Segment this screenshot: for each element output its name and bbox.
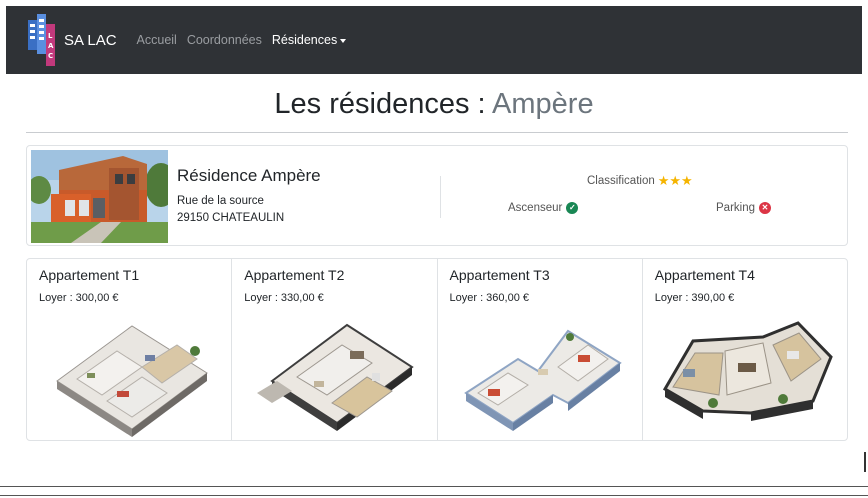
apartment-rent: Loyer : 330,00 € [244,292,324,304]
check-circle-icon: ✓ [566,202,579,214]
apartment-name: Appartement T4 [654,267,755,283]
apartment-rent: Loyer : 390,00 € [654,292,735,304]
residence-name: Résidence Ampère [177,166,321,185]
logo-letter-c: C [48,52,53,60]
apartment-card-t1[interactable]: Appartement T1 Loyer : 300,00 € [27,259,233,440]
nav-links: Accueil Coordonnées Résidences [137,33,347,47]
logo-icon: L A C [28,14,55,66]
page-title: Les résidences : Ampère [0,88,868,121]
logo-letter-l: L [48,32,53,40]
caret-down-icon [340,38,347,43]
residence-photo [31,150,168,243]
residence-card: Résidence Ampère Rue de la source 29150 … [26,145,848,246]
brand[interactable]: L A C SA LAC [28,14,117,66]
logo-letter-a: A [48,42,54,50]
classification: Classification ★★★ [587,174,693,187]
x-circle-icon: ✕ [759,202,771,214]
vertical-divider [440,176,441,218]
apartment-rent: Loyer : 300,00 € [39,292,119,304]
nav-link-coordonnees[interactable]: Coordonnées [187,33,262,47]
page-title-residence: Ampère [492,88,594,120]
classification-label: Classification [587,174,655,187]
apartment-list: Appartement T1 Loyer : 300,00 € Appartem… [26,258,848,441]
navbar: L A C SA LAC Accueil Coordonnées Résiden… [6,6,862,74]
parking-feature: Parking ✕ [716,202,771,214]
floor-plan-t2-image [257,323,415,431]
apartment-card-t2[interactable]: Appartement T2 Loyer : 330,00 € [232,259,438,440]
residence-city: 29150 CHATEAULIN [177,212,285,224]
footer-divider-top [0,486,868,487]
residence-street: Rue de la source [177,195,264,207]
nav-link-residences-label: Résidences [271,33,338,47]
footer-divider-bottom [0,495,868,496]
floor-plan-t4-image [662,321,833,421]
page-title-prefix: Les résidences : [274,88,486,120]
ascenseur-feature: Ascenseur ✓ [508,202,579,214]
apartment-name: Appartement T1 [39,267,140,283]
ascenseur-label: Ascenseur [508,202,563,214]
floor-plan-t1-image [56,325,208,437]
star-rating-icon: ★★★ [657,173,693,188]
brand-name[interactable]: SA LAC [64,32,117,49]
apartment-name: Appartement T3 [449,267,550,283]
nav-link-accueil[interactable]: Accueil [137,33,177,47]
parking-label: Parking [716,202,755,214]
floor-plan-t3-image [463,329,622,431]
nav-link-residences[interactable]: Résidences [271,33,347,47]
apartment-card-t4[interactable]: Appartement T4 Loyer : 390,00 € [643,259,847,440]
scroll-marker [864,452,866,472]
apartment-name: Appartement T2 [244,267,345,283]
apartment-rent: Loyer : 360,00 € [449,292,530,304]
apartment-card-t3[interactable]: Appartement T3 Loyer : 360,00 € [438,259,643,440]
title-divider [26,132,848,133]
